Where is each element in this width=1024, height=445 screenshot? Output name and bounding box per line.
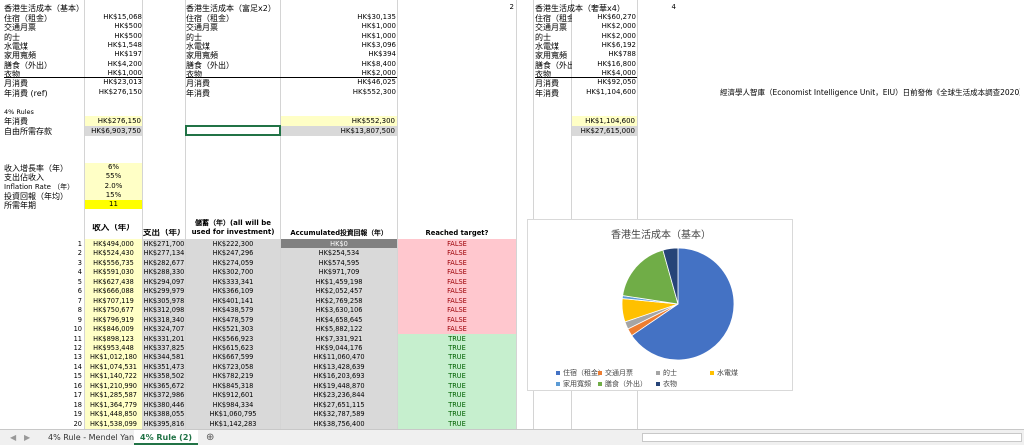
legend-swatch bbox=[656, 382, 660, 386]
basic-yearly-label[interactable]: 年消費 (ref) bbox=[4, 88, 84, 99]
rich-multiplier[interactable]: 2 bbox=[500, 3, 514, 11]
save-cell[interactable]: HK$1,142,283 bbox=[186, 418, 280, 429]
sheet-tab-bar: ◀ ▶ 4% Rule - Mendel Yan 4% Rule (2) ⊕ bbox=[0, 429, 1024, 445]
legend-swatch bbox=[556, 382, 560, 386]
rule4-heading[interactable]: 4% Rules bbox=[4, 108, 84, 116]
selected-cell[interactable] bbox=[185, 125, 281, 136]
legend-entry: 水電煤 bbox=[710, 368, 738, 378]
legend-entry: 家用寬頻 bbox=[556, 379, 591, 389]
rich-yearly-value[interactable]: HK$552,300 bbox=[282, 88, 396, 96]
rule4-needed-label[interactable]: 自由所需存款 bbox=[4, 126, 84, 137]
cost-item-value[interactable]: HK$60,270 bbox=[572, 13, 636, 21]
source-note[interactable]: 經濟學人智庫（Economist Intelligence Unit，EIU）日… bbox=[720, 87, 1020, 98]
luxury-monthly-value[interactable]: HK$92,050 bbox=[572, 78, 636, 86]
rule4-rich-needed[interactable]: HK$13,807,500 bbox=[281, 126, 397, 136]
rule4-basic-needed[interactable]: HK$6,903,750 bbox=[85, 126, 142, 136]
legend-swatch bbox=[598, 371, 602, 375]
cost-item-value[interactable]: HK$1,000 bbox=[282, 22, 396, 30]
income-cell[interactable]: HK$1,538,099 bbox=[85, 418, 142, 429]
horizontal-scrollbar[interactable] bbox=[642, 433, 1022, 442]
cost-item-value[interactable]: HK$2,000 bbox=[572, 22, 636, 30]
year-cell[interactable]: 20 bbox=[58, 419, 82, 429]
luxury-yearly-value[interactable]: HK$1,104,600 bbox=[572, 88, 636, 96]
rule4-rich-yearly[interactable]: HK$552,300 bbox=[281, 116, 397, 126]
col-header-accum[interactable]: Accumulated投資回報（年） bbox=[281, 229, 397, 238]
parameter-value[interactable]: 15% bbox=[85, 190, 142, 201]
pie-plot bbox=[621, 247, 735, 361]
parameter-value[interactable]: 6% bbox=[85, 163, 142, 173]
rule4-lux-yearly[interactable]: HK$1,104,600 bbox=[572, 116, 637, 126]
col-header-income[interactable]: 收入（年） bbox=[85, 224, 142, 233]
legend-entry: 膳食（外出） bbox=[598, 379, 647, 389]
tab-4-rule-mendel-yan[interactable]: 4% Rule - Mendel Yan bbox=[42, 430, 140, 445]
luxury-yearly-label[interactable]: 年消費 bbox=[535, 88, 575, 99]
cost-item-value[interactable]: HK$1,548 bbox=[84, 41, 142, 49]
legend-swatch bbox=[656, 371, 660, 375]
cost-item-value[interactable]: HK$15,068 bbox=[84, 13, 142, 21]
legend-label: 水電煤 bbox=[717, 369, 738, 377]
legend-entry: 的士 bbox=[656, 368, 677, 378]
cost-item-value[interactable]: HK$4,200 bbox=[84, 60, 142, 68]
tab-4-rule-2[interactable]: 4% Rule (2) bbox=[134, 430, 199, 445]
legend-entry: 衣物 bbox=[656, 379, 677, 389]
cost-item-value[interactable]: HK$16,800 bbox=[572, 60, 636, 68]
legend-swatch bbox=[598, 382, 602, 386]
legend-label: 膳食（外出） bbox=[605, 380, 647, 388]
cost-item-value[interactable]: HK$500 bbox=[84, 22, 142, 30]
add-sheet-icon[interactable]: ⊕ bbox=[200, 430, 220, 445]
col-header-spend[interactable]: 支出（年） bbox=[143, 229, 185, 238]
cost-item-value[interactable]: HK$500 bbox=[84, 32, 142, 40]
legend-label: 的士 bbox=[663, 369, 677, 377]
cost-item-value[interactable]: HK$1,000 bbox=[84, 69, 142, 77]
cost-item-value[interactable]: HK$3,096 bbox=[282, 41, 396, 49]
legend-label: 家用寬頻 bbox=[563, 380, 591, 388]
cost-item-value[interactable]: HK$8,400 bbox=[282, 60, 396, 68]
legend-swatch bbox=[556, 371, 560, 375]
parameter-label[interactable]: 所需年期 bbox=[4, 200, 84, 211]
rule4-lux-needed[interactable]: HK$27,615,000 bbox=[572, 126, 637, 136]
cost-item-value[interactable]: HK$4,000 bbox=[572, 69, 636, 77]
rich-monthly-value[interactable]: HK$46,025 bbox=[282, 78, 396, 86]
pie-chart[interactable]: 香港生活成本（基本） 住宿（租金） 交通月票 的士 水電煤 家用寬頻 膳食（外出） 衣物 bbox=[527, 219, 793, 391]
legend-label: 交通月票 bbox=[605, 369, 633, 377]
cost-item-value[interactable]: HK$2,000 bbox=[282, 69, 396, 77]
rule4-basic-yearly[interactable]: HK$276,150 bbox=[85, 116, 142, 126]
cost-item-value[interactable]: HK$1,000 bbox=[282, 32, 396, 40]
col-header-save[interactable]: 儲蓄（年）(all will be used for investment) bbox=[186, 219, 280, 237]
legend-swatch bbox=[710, 371, 714, 375]
luxury-multiplier[interactable]: 4 bbox=[660, 3, 676, 11]
rich-yearly-label[interactable]: 年消費 bbox=[186, 88, 266, 99]
parameter-value[interactable]: 2.0% bbox=[85, 181, 142, 191]
col-header-reached[interactable]: Reached target? bbox=[398, 229, 516, 238]
basic-monthly-value[interactable]: HK$23,013 bbox=[84, 78, 142, 86]
reached-cell[interactable]: TRUE bbox=[398, 418, 516, 429]
tab-scroll-right-icon[interactable]: ▶ bbox=[18, 430, 36, 445]
table-row: 20 HK$1,538,099 HK$395,816 HK$1,142,283 HK$3… bbox=[0, 418, 520, 429]
cost-item-value[interactable]: HK$197 bbox=[84, 50, 142, 58]
cost-item-value[interactable]: HK$2,000 bbox=[572, 32, 636, 40]
cost-item-value[interactable]: HK$6,192 bbox=[572, 41, 636, 49]
legend-label: 衣物 bbox=[663, 380, 677, 388]
legend-entry: 交通月票 bbox=[598, 368, 633, 378]
basic-yearly-value[interactable]: HK$276,150 bbox=[84, 88, 142, 96]
parameter-value[interactable]: 11 bbox=[85, 200, 142, 210]
spend-cell[interactable]: HK$395,816 bbox=[143, 418, 185, 429]
accum-cell[interactable]: HK$38,756,400 bbox=[281, 418, 397, 429]
cost-item-value[interactable]: HK$30,135 bbox=[282, 13, 396, 21]
parameter-value[interactable]: 55% bbox=[85, 172, 142, 182]
cost-item-value[interactable]: HK$394 bbox=[282, 50, 396, 58]
cost-item-value[interactable]: HK$788 bbox=[572, 50, 636, 58]
